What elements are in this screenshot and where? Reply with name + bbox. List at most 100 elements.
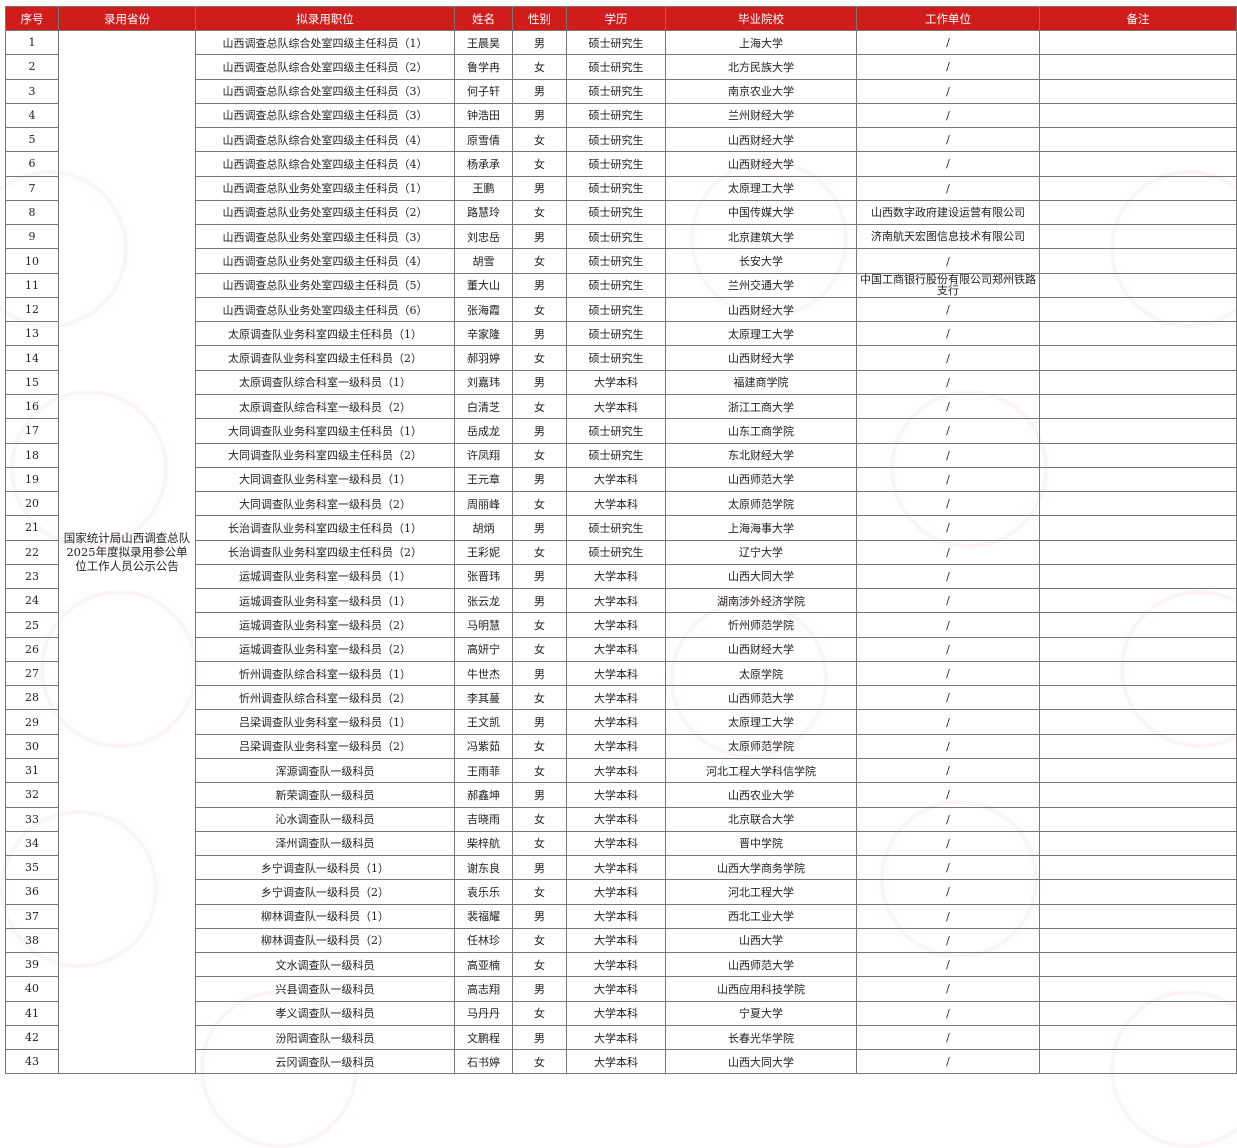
cell-employer: / [856, 393, 1040, 420]
cell-gender: 男 [512, 709, 567, 735]
cell-index: 17 [5, 418, 59, 444]
cell-position: 文水调查队一级科员 [195, 952, 455, 978]
cell-gender: 女 [512, 952, 567, 978]
cell-school: 太原师范学院 [665, 733, 857, 759]
cell-employer: / [856, 855, 1040, 881]
cell-name: 牛世杰 [454, 660, 513, 687]
cell-education: 硕士研究生 [566, 78, 666, 104]
cell-position: 泽州调查队一级科员 [195, 830, 455, 857]
cell-remarks [1039, 806, 1237, 832]
cell-position: 太原调查队业务科室四级主任科员（1） [195, 321, 455, 347]
cell-position: 太原调查队综合科室一级科员（2） [195, 393, 455, 420]
cell-school: 晋中学院 [665, 830, 857, 857]
cell-education: 硕士研究生 [566, 199, 666, 226]
province-cell: 国家统计局山西调查总队2025年度拟录用参公单位工作人员公示公告 [58, 29, 196, 1075]
cell-school: 山西大同大学 [665, 1049, 857, 1075]
cell-index: 24 [5, 588, 59, 614]
cell-remarks [1039, 491, 1237, 517]
cell-name: 文鹏程 [454, 1024, 513, 1051]
cell-position: 忻州调查队综合科室一级科员（1） [195, 660, 455, 687]
cell-gender: 女 [512, 1000, 567, 1026]
cell-employer: / [856, 248, 1040, 274]
cell-name: 袁乐乐 [454, 879, 513, 905]
cell-name: 李其蔓 [454, 685, 513, 711]
cell-school: 太原理工大学 [665, 709, 857, 735]
cell-position: 新荣调查队一级科员 [195, 782, 455, 808]
cell-name: 岳成龙 [454, 418, 513, 444]
cell-employer: / [856, 78, 1040, 104]
cell-index: 11 [5, 272, 59, 298]
cell-gender: 女 [512, 442, 567, 468]
cell-school: 山西师范大学 [665, 685, 857, 711]
cell-education: 大学本科 [566, 782, 666, 808]
cell-index: 13 [5, 321, 59, 347]
cell-remarks [1039, 563, 1237, 590]
cell-name: 王文凯 [454, 709, 513, 735]
cell-position: 沁水调查队一级科员 [195, 806, 455, 832]
cell-employer: / [856, 1024, 1040, 1051]
cell-education: 大学本科 [566, 1049, 666, 1075]
recruitment-table: 序号 录用省份 拟录用职位 姓名 性别 学历 毕业院校 工作单位 备注 1 国家统… [5, 6, 1237, 1075]
cell-gender: 女 [512, 248, 567, 274]
cell-gender: 女 [512, 879, 567, 905]
cell-gender: 女 [512, 830, 567, 857]
cell-employer: / [856, 612, 1040, 638]
cell-remarks [1039, 782, 1237, 808]
cell-index: 43 [5, 1049, 59, 1075]
header-education: 学历 [566, 6, 666, 31]
cell-index: 19 [5, 466, 59, 493]
cell-index: 42 [5, 1024, 59, 1051]
cell-name: 钟浩田 [454, 102, 513, 129]
cell-school: 中国传媒大学 [665, 199, 857, 226]
cell-gender: 男 [512, 418, 567, 444]
cell-school: 浙江工商大学 [665, 393, 857, 420]
cell-name: 刘忠岳 [454, 224, 513, 250]
cell-remarks [1039, 224, 1237, 250]
cell-education: 硕士研究生 [566, 248, 666, 274]
cell-gender: 男 [512, 660, 567, 687]
cell-remarks [1039, 466, 1237, 493]
cell-gender: 女 [512, 199, 567, 226]
cell-index: 8 [5, 199, 59, 226]
cell-remarks [1039, 588, 1237, 614]
cell-employer: / [856, 830, 1040, 857]
cell-remarks [1039, 175, 1237, 201]
cell-position: 山西调查总队综合处室四级主任科员（3） [195, 102, 455, 129]
cell-school: 兰州交通大学 [665, 272, 857, 298]
cell-employer: / [856, 879, 1040, 905]
cell-index: 26 [5, 636, 59, 662]
cell-gender: 女 [512, 539, 567, 565]
cell-position: 云冈调查队一级科员 [195, 1049, 455, 1075]
cell-gender: 男 [512, 102, 567, 129]
cell-gender: 女 [512, 612, 567, 638]
cell-index: 14 [5, 345, 59, 371]
table-body: 1 国家统计局山西调查总队2025年度拟录用参公单位工作人员公示公告 山西调查总队综… [5, 29, 1237, 1075]
cell-education: 大学本科 [566, 976, 666, 1002]
cell-position: 山西调查总队综合处室四级主任科员（3） [195, 78, 455, 104]
cell-index: 21 [5, 515, 59, 541]
cell-employer: / [856, 636, 1040, 662]
cell-position: 大同调查队业务科室四级主任科员（2） [195, 442, 455, 468]
cell-name: 路慧玲 [454, 199, 513, 226]
cell-gender: 男 [512, 855, 567, 881]
cell-gender: 男 [512, 369, 567, 395]
cell-school: 忻州师范学院 [665, 612, 857, 638]
cell-name: 张晋玮 [454, 563, 513, 590]
cell-name: 王雨菲 [454, 757, 513, 784]
cell-gender: 女 [512, 636, 567, 662]
header-position: 拟录用职位 [195, 6, 455, 31]
cell-name: 谢东良 [454, 855, 513, 881]
header-province: 录用省份 [58, 6, 196, 31]
cell-remarks [1039, 393, 1237, 420]
cell-school: 山西师范大学 [665, 952, 857, 978]
cell-school: 山西大同大学 [665, 563, 857, 590]
cell-education: 硕士研究生 [566, 442, 666, 468]
cell-education: 硕士研究生 [566, 345, 666, 371]
cell-education: 大学本科 [566, 952, 666, 978]
cell-gender: 男 [512, 321, 567, 347]
cell-name: 原雪倩 [454, 127, 513, 153]
cell-remarks [1039, 199, 1237, 226]
cell-employer: 山西数字政府建设运营有限公司 [856, 199, 1040, 226]
cell-remarks [1039, 660, 1237, 687]
cell-remarks [1039, 976, 1237, 1002]
